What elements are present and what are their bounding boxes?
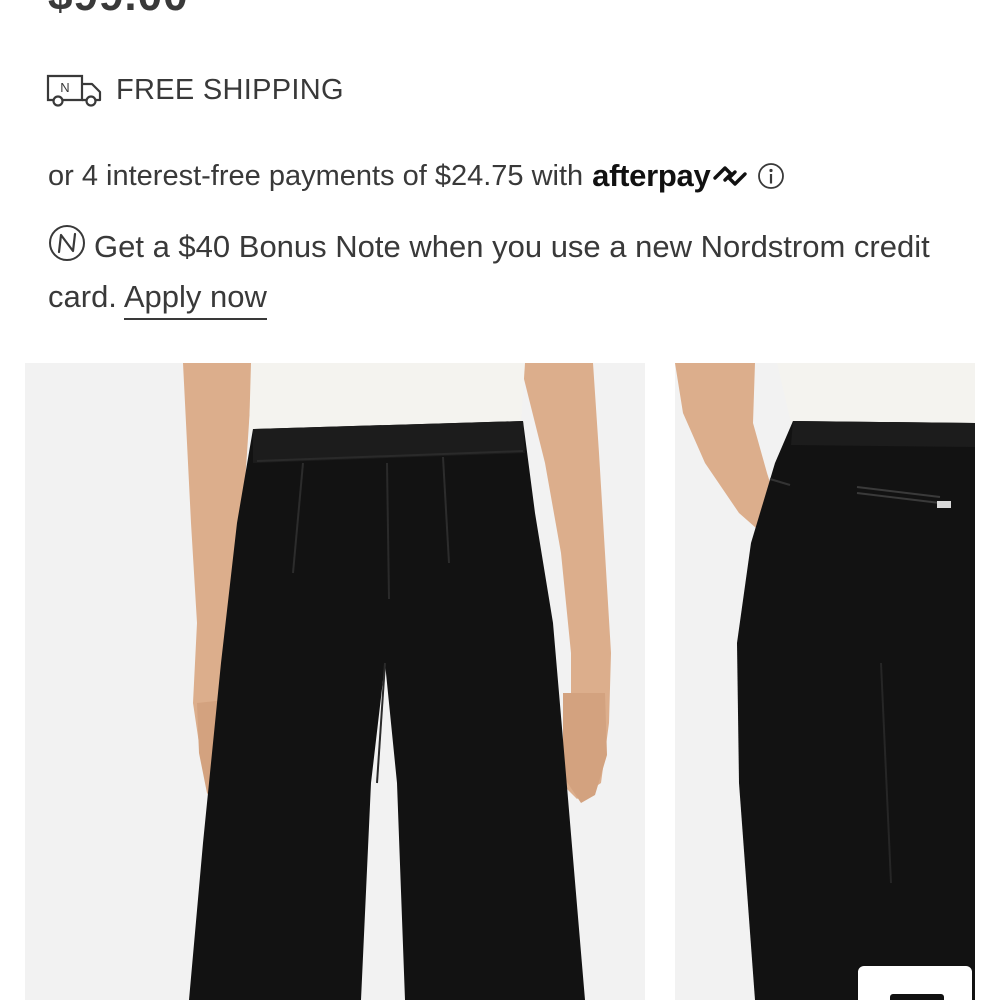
- nordstrom-note-icon: [49, 225, 85, 261]
- button-icon: [890, 994, 944, 1000]
- free-shipping-row: N FREE SHIPPING: [46, 72, 344, 108]
- product-price: $99.00: [48, 0, 189, 18]
- product-image-back[interactable]: [675, 363, 975, 1000]
- afterpay-row: or 4 interest-free payments of $24.75 wi…: [48, 158, 785, 194]
- afterpay-arrows-icon: [713, 166, 748, 186]
- product-image-front[interactable]: [25, 363, 645, 1000]
- free-shipping-label: FREE SHIPPING: [116, 73, 344, 106]
- apply-now-link[interactable]: Apply now: [123, 279, 267, 320]
- afterpay-text: or 4 interest-free payments of $24.75 wi…: [48, 159, 584, 192]
- info-icon[interactable]: [757, 162, 785, 190]
- afterpay-brand: afterpay: [592, 158, 711, 193]
- gallery-action-button[interactable]: [856, 964, 974, 1000]
- product-image-gallery[interactable]: [25, 363, 975, 1000]
- delivery-truck-icon: N: [46, 74, 102, 107]
- svg-text:N: N: [60, 80, 69, 95]
- product-page: $99.00 N FREE SHIPPING or 4 interest-fre…: [0, 0, 1000, 1000]
- bonus-note-row: Get a $40 Bonus Note when you use a new …: [48, 222, 948, 322]
